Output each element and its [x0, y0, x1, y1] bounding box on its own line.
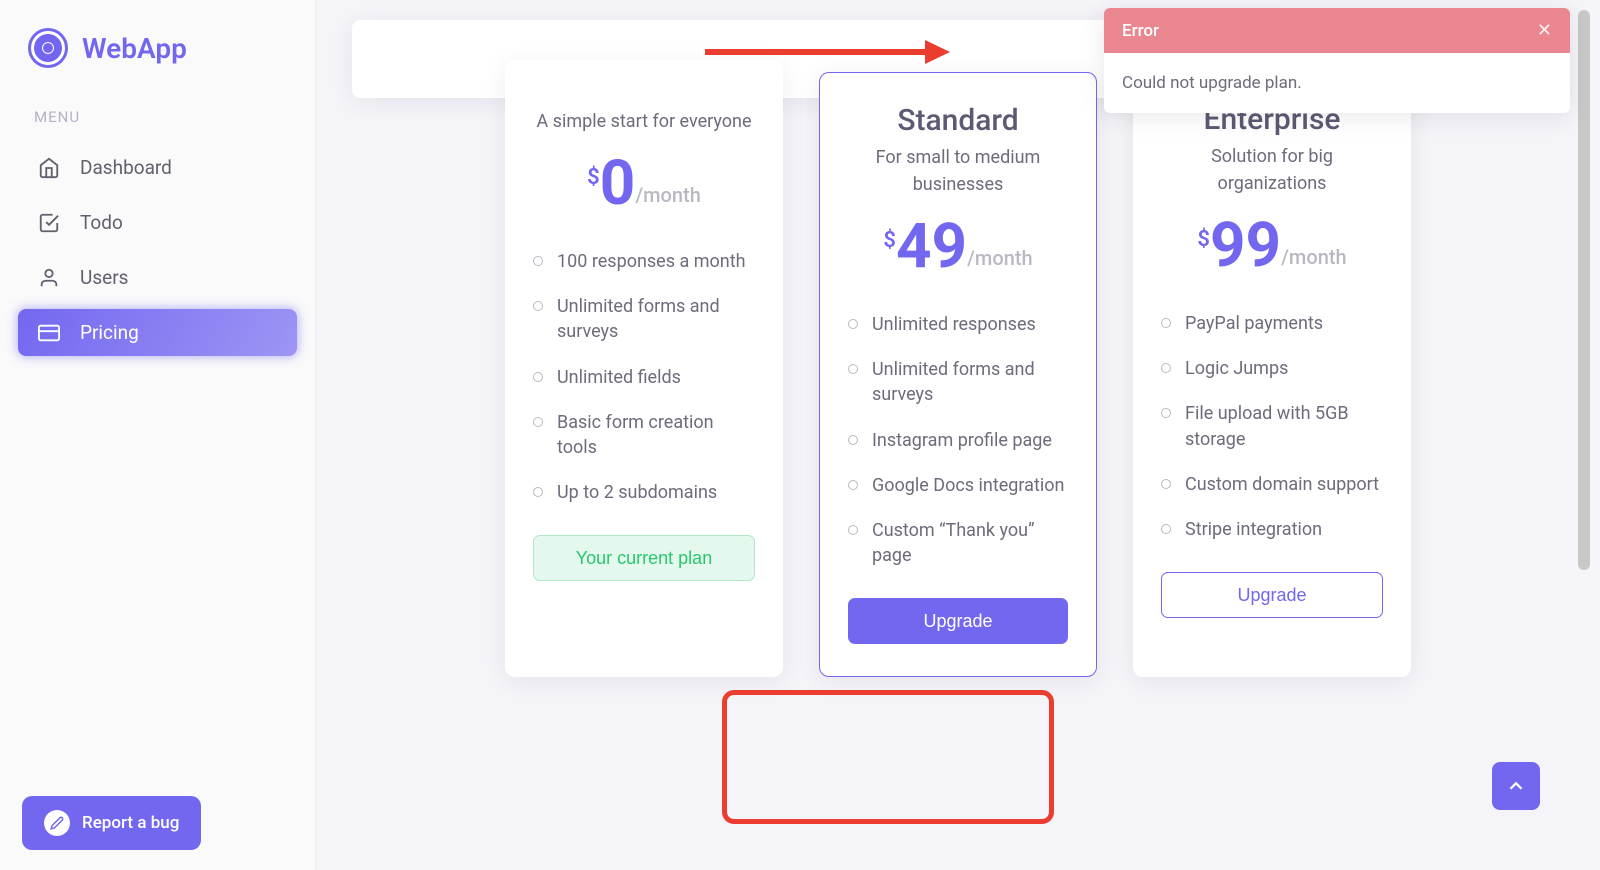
card-icon — [38, 322, 60, 344]
scroll-to-top-button[interactable] — [1492, 762, 1540, 810]
bullet-icon — [1161, 524, 1171, 534]
feature-item: Logic Jumps — [1161, 356, 1383, 381]
currency-symbol: $ — [883, 228, 896, 253]
upgrade-button[interactable]: Upgrade — [1161, 572, 1383, 618]
sidebar-item-pricing[interactable]: Pricing — [18, 309, 297, 356]
feature-item: Instagram profile page — [848, 428, 1068, 453]
user-icon — [38, 267, 60, 289]
plan-card-enterprise: Enterprise Solution for big organization… — [1133, 72, 1411, 677]
bullet-icon — [533, 301, 543, 311]
sidebar-item-label: Pricing — [80, 321, 139, 344]
feature-item: Custom “Thank you” page — [848, 518, 1068, 568]
brand-name: WebApp — [82, 32, 187, 65]
sidebar-item-dashboard[interactable]: Dashboard — [18, 144, 297, 191]
pencil-icon — [44, 810, 70, 836]
plan-price: $ 0 /month — [533, 153, 755, 215]
menu-section-label: MENU — [10, 108, 305, 126]
price-period: /month — [1281, 245, 1346, 269]
brand-logo-icon — [28, 28, 68, 68]
feature-list: Unlimited responses Unlimited forms and … — [848, 312, 1068, 568]
toast-header: Error ✕ — [1104, 8, 1570, 53]
brand[interactable]: WebApp — [10, 28, 305, 68]
plan-desc: A simple start for everyone — [533, 108, 755, 135]
sidebar: WebApp MENU Dashboard Todo Users Pricing — [0, 0, 316, 870]
sidebar-item-users[interactable]: Users — [18, 254, 297, 301]
feature-item: Up to 2 subdomains — [533, 480, 755, 505]
feature-item: Unlimited forms and surveys — [848, 357, 1068, 407]
plan-price: $ 49 /month — [848, 216, 1068, 278]
bullet-icon — [848, 319, 858, 329]
feature-item: Custom domain support — [1161, 472, 1383, 497]
plan-name: Standard — [848, 103, 1068, 138]
check-icon — [38, 212, 60, 234]
feature-list: PayPal payments Logic Jumps File upload … — [1161, 311, 1383, 542]
feature-item: File upload with 5GB storage — [1161, 401, 1383, 451]
bullet-icon — [533, 487, 543, 497]
toast-body: Could not upgrade plan. — [1104, 53, 1570, 113]
current-plan-button[interactable]: Your current plan — [533, 535, 755, 581]
currency-symbol: $ — [587, 165, 600, 190]
bullet-icon — [533, 417, 543, 427]
feature-item: Unlimited fields — [533, 365, 755, 390]
feature-item: PayPal payments — [1161, 311, 1383, 336]
feature-item: Basic form creation tools — [533, 410, 755, 460]
bullet-icon — [1161, 479, 1171, 489]
price-period: /month — [967, 246, 1032, 270]
plan-desc: Solution for big organizations — [1161, 143, 1383, 197]
feature-item: Stripe integration — [1161, 517, 1383, 542]
price-amount: 0 — [600, 153, 636, 215]
home-icon — [38, 157, 60, 179]
plan-card-basic: A simple start for everyone $ 0 /month 1… — [505, 60, 783, 677]
bullet-icon — [848, 364, 858, 374]
feature-item: Unlimited forms and surveys — [533, 294, 755, 344]
sidebar-item-todo[interactable]: Todo — [18, 199, 297, 246]
bullet-icon — [533, 372, 543, 382]
price-period: /month — [635, 183, 700, 207]
price-amount: 99 — [1210, 215, 1281, 277]
sidebar-item-label: Todo — [80, 211, 123, 234]
upgrade-button[interactable]: Upgrade — [848, 598, 1068, 644]
plan-price: $ 99 /month — [1161, 215, 1383, 277]
feature-item: 100 responses a month — [533, 249, 755, 274]
plan-card-standard: Standard For small to medium businesses … — [819, 72, 1097, 677]
feature-item: Unlimited responses — [848, 312, 1068, 337]
bullet-icon — [1161, 363, 1171, 373]
currency-symbol: $ — [1197, 227, 1210, 252]
feature-list: 100 responses a month Unlimited forms an… — [533, 249, 755, 505]
bullet-icon — [1161, 318, 1171, 328]
main-content: A simple start for everyone $ 0 /month 1… — [316, 0, 1600, 870]
bullet-icon — [848, 480, 858, 490]
scrollbar[interactable] — [1578, 10, 1590, 570]
price-amount: 49 — [896, 216, 967, 278]
bullet-icon — [1161, 408, 1171, 418]
close-icon[interactable]: ✕ — [1537, 20, 1552, 41]
toast-title: Error — [1122, 21, 1159, 41]
bullet-icon — [533, 256, 543, 266]
report-bug-button[interactable]: Report a bug — [22, 796, 201, 850]
sidebar-item-label: Users — [80, 266, 128, 289]
sidebar-item-label: Dashboard — [80, 156, 172, 179]
report-bug-label: Report a bug — [82, 813, 179, 833]
error-toast: Error ✕ Could not upgrade plan. — [1104, 8, 1570, 113]
plan-desc: For small to medium businesses — [848, 144, 1068, 198]
bullet-icon — [848, 525, 858, 535]
feature-item: Google Docs integration — [848, 473, 1068, 498]
bullet-icon — [848, 435, 858, 445]
